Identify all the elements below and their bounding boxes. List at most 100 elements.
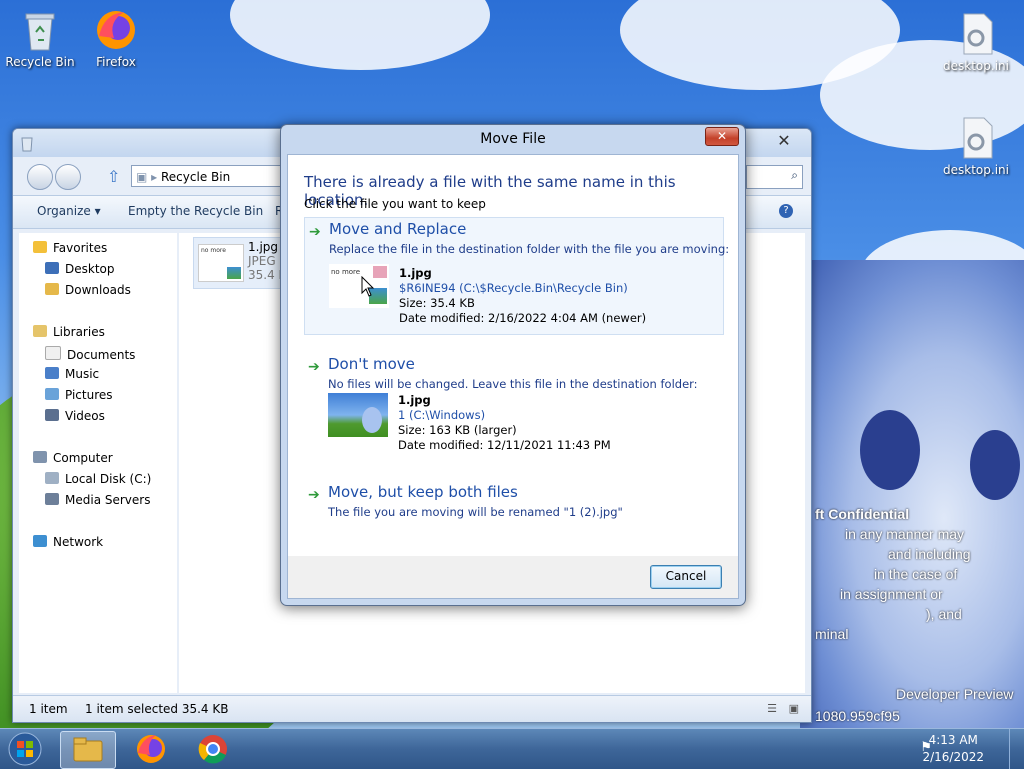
dialog-instruction: Click the file you want to keep xyxy=(304,197,486,211)
firefox-icon xyxy=(137,735,165,763)
pictures-icon xyxy=(45,388,59,400)
nav-item-downloads[interactable]: Downloads xyxy=(45,283,131,297)
desktop-icon-label: Firefox xyxy=(96,55,136,69)
desktop-icon-firefox[interactable]: Firefox xyxy=(76,8,156,69)
desktop-icon-label: desktop.ini xyxy=(943,59,1009,73)
file-size: Size: 163 KB (larger) xyxy=(398,423,517,437)
recycle-bin-small-icon: ▣ ▸ xyxy=(136,170,161,184)
option-keep-both[interactable]: ➔ Move, but keep both files The file you… xyxy=(304,481,722,525)
option-dont-move[interactable]: ➔ Don't move No files will be changed. L… xyxy=(304,353,722,463)
option-description: Replace the file in the destination fold… xyxy=(329,242,730,256)
watermark-line: minal xyxy=(815,626,849,642)
desktop-icon-label: Recycle Bin xyxy=(5,55,75,69)
nav-item-local-disk[interactable]: Local Disk (C:) xyxy=(45,472,151,486)
mouse-cursor-icon xyxy=(361,275,375,301)
taskbar: ⚑ 4:13 AM 2/16/2022 xyxy=(0,728,1024,769)
forward-button[interactable] xyxy=(55,164,81,190)
clock-date: 2/16/2022 xyxy=(922,750,984,764)
status-bar: 1 item 1 item selected 35.4 KB ☰ ▣ xyxy=(13,695,811,722)
nav-item-network[interactable]: Network xyxy=(33,535,103,549)
green-arrow-icon: ➔ xyxy=(308,487,320,503)
details-view-icon[interactable]: ☰ xyxy=(767,702,777,715)
source-file-thumbnail: no more xyxy=(329,264,389,308)
destination-file-thumbnail xyxy=(328,393,388,437)
address-text: Recycle Bin xyxy=(161,170,231,184)
watermark-line: ), and xyxy=(926,606,962,622)
dialog-footer: Cancel xyxy=(287,556,739,599)
nav-item-media-servers[interactable]: Media Servers xyxy=(45,493,150,507)
recycle-bin-small-icon xyxy=(19,134,35,152)
folder-icon xyxy=(73,737,103,762)
nav-item-desktop[interactable]: Desktop xyxy=(45,262,115,276)
character-thumbnail-icon xyxy=(362,407,382,433)
taskbar-explorer-button[interactable] xyxy=(60,731,116,769)
libraries-icon xyxy=(33,325,47,337)
desktop-icon-recycle-bin[interactable]: Recycle Bin xyxy=(0,8,80,69)
organize-button[interactable]: Organize ▾ xyxy=(37,204,101,218)
desktop-icon-desktop-ini[interactable]: desktop.ini xyxy=(936,12,1016,73)
nav-item-music[interactable]: Music xyxy=(45,367,99,381)
watermark-line: in the case of xyxy=(874,566,958,582)
thumbnail-view-icon[interactable]: ▣ xyxy=(789,702,799,715)
firefox-icon xyxy=(94,8,138,52)
star-icon xyxy=(33,241,47,253)
option-title: Move, but keep both files xyxy=(328,483,518,501)
nav-item-libraries[interactable]: Libraries xyxy=(33,325,105,339)
start-button[interactable] xyxy=(6,731,44,767)
computer-icon xyxy=(33,451,47,463)
nav-item-favorites[interactable]: Favorites xyxy=(33,241,107,255)
explorer-close-button[interactable]: ✕ xyxy=(763,131,805,151)
taskbar-chrome-button[interactable] xyxy=(186,731,240,767)
help-icon[interactable]: ? xyxy=(779,204,793,218)
settings-file-icon xyxy=(954,12,998,56)
watermark-line: in assignment or xyxy=(840,586,943,602)
green-arrow-icon: ➔ xyxy=(309,224,321,240)
source-file-info: 1.jpg $R6INE94 (C:\$Recycle.Bin\Recycle … xyxy=(399,266,646,326)
chrome-icon xyxy=(198,735,227,764)
green-arrow-icon: ➔ xyxy=(308,359,320,375)
watermark-line: and including xyxy=(888,546,971,562)
cloud xyxy=(230,0,490,70)
thumbnail-text: no more xyxy=(331,268,361,276)
nav-item-documents[interactable]: Documents xyxy=(45,346,135,362)
nav-item-computer[interactable]: Computer xyxy=(33,451,113,465)
videos-icon xyxy=(45,409,59,421)
documents-icon xyxy=(45,346,61,360)
character-eye xyxy=(860,410,920,490)
dialog-close-button[interactable]: ✕ xyxy=(705,127,739,146)
file-modified: Date modified: 12/11/2021 11:43 PM xyxy=(398,438,611,452)
desktop-icon-label: desktop.ini xyxy=(943,163,1009,177)
address-bar[interactable]: ▣ ▸ Recycle Bin xyxy=(131,165,281,187)
file-location: 1 (C:\Windows) xyxy=(398,408,486,422)
nav-item-pictures[interactable]: Pictures xyxy=(45,388,113,402)
selection-status: 1 item selected 35.4 KB xyxy=(85,702,229,716)
empty-recycle-bin-button[interactable]: Empty the Recycle Bin xyxy=(128,204,263,218)
character-eye xyxy=(970,430,1020,500)
hard-drive-icon xyxy=(45,472,59,484)
up-arrow-icon[interactable]: ⇧ xyxy=(107,167,120,186)
downloads-folder-icon xyxy=(45,283,59,295)
nav-item-videos[interactable]: Videos xyxy=(45,409,105,423)
option-description: No files will be changed. Leave this fil… xyxy=(328,377,698,391)
file-location: $R6INE94 (C:\$Recycle.Bin\Recycle Bin) xyxy=(399,281,628,295)
show-desktop-button[interactable] xyxy=(1009,729,1024,769)
taskbar-firefox-button[interactable] xyxy=(124,731,178,767)
destination-file-info: 1.jpg 1 (C:\Windows) Size: 163 KB (large… xyxy=(398,393,611,453)
image-icon xyxy=(227,267,241,279)
file-thumbnail: no more xyxy=(198,244,244,282)
option-description: The file you are moving will be renamed … xyxy=(328,505,623,519)
dialog-body: There is already a file with the same na… xyxy=(287,154,739,557)
file-modified: Date modified: 2/16/2022 4:04 AM (newer) xyxy=(399,311,647,325)
wallpaper-character xyxy=(800,260,1024,728)
cancel-button[interactable]: Cancel xyxy=(650,565,722,589)
settings-file-icon xyxy=(954,116,998,160)
character-thumbnail-icon xyxy=(373,266,387,278)
option-move-and-replace[interactable]: ➔ Move and Replace Replace the file in t… xyxy=(304,217,729,335)
back-button[interactable] xyxy=(27,164,53,190)
taskbar-clock[interactable]: 4:13 AM 2/16/2022 xyxy=(922,732,984,766)
desktop-icon-desktop-ini[interactable]: desktop.ini xyxy=(936,116,1016,177)
watermark-line: Developer Preview xyxy=(896,686,1014,702)
watermark-line: 1080.959cf95 xyxy=(815,708,900,724)
search-input[interactable]: ⌕ xyxy=(746,165,803,189)
clock-time: 4:13 AM xyxy=(928,733,978,747)
